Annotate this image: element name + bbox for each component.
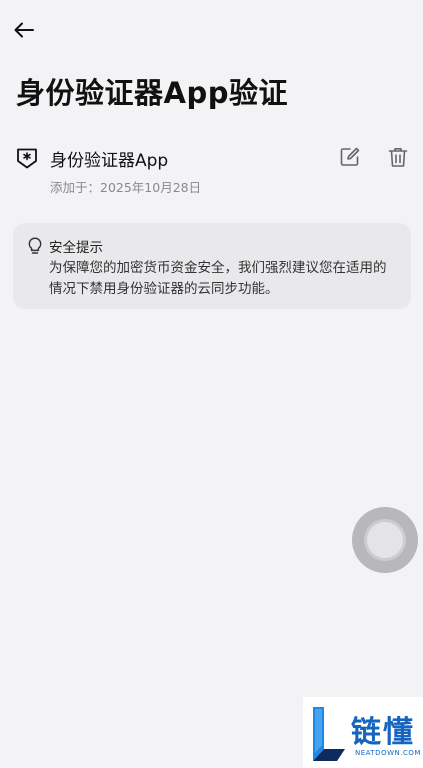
assistive-touch-icon [367,522,403,558]
watermark: 链懂 NEATDOWN.COM [303,697,423,768]
tip-body: 为保障您的加密货币资金安全，我们强烈建议您在适用的情况下禁用身份验证器的云同步功… [49,260,387,297]
edit-icon [339,147,361,172]
page-title: 身份验证器App验证 [16,76,288,110]
shield-star-icon [16,147,38,169]
watermark-logo-icon [309,705,349,763]
trash-icon [387,148,409,172]
security-tip-card: 安全提示 为保障您的加密货币资金安全，我们强烈建议您在适用的情况下禁用身份验证器… [13,223,411,309]
watermark-brand-cn: 链懂 [351,715,415,750]
authenticator-added-date: 添加于：2025年10月28日 [50,180,202,195]
delete-button[interactable] [387,146,411,170]
assistive-touch-button[interactable] [352,507,418,573]
edit-button[interactable] [339,146,363,170]
watermark-brand-en: NEATDOWN.COM [355,749,421,757]
arrow-left-icon [14,22,34,42]
authenticator-item: 身份验证器App 添加于：2025年10月28日 [16,142,411,198]
authenticator-name: 身份验证器App [50,151,169,171]
back-button[interactable] [12,20,36,44]
lightbulb-icon [27,237,43,255]
tip-title: 安全提示 [49,240,103,256]
